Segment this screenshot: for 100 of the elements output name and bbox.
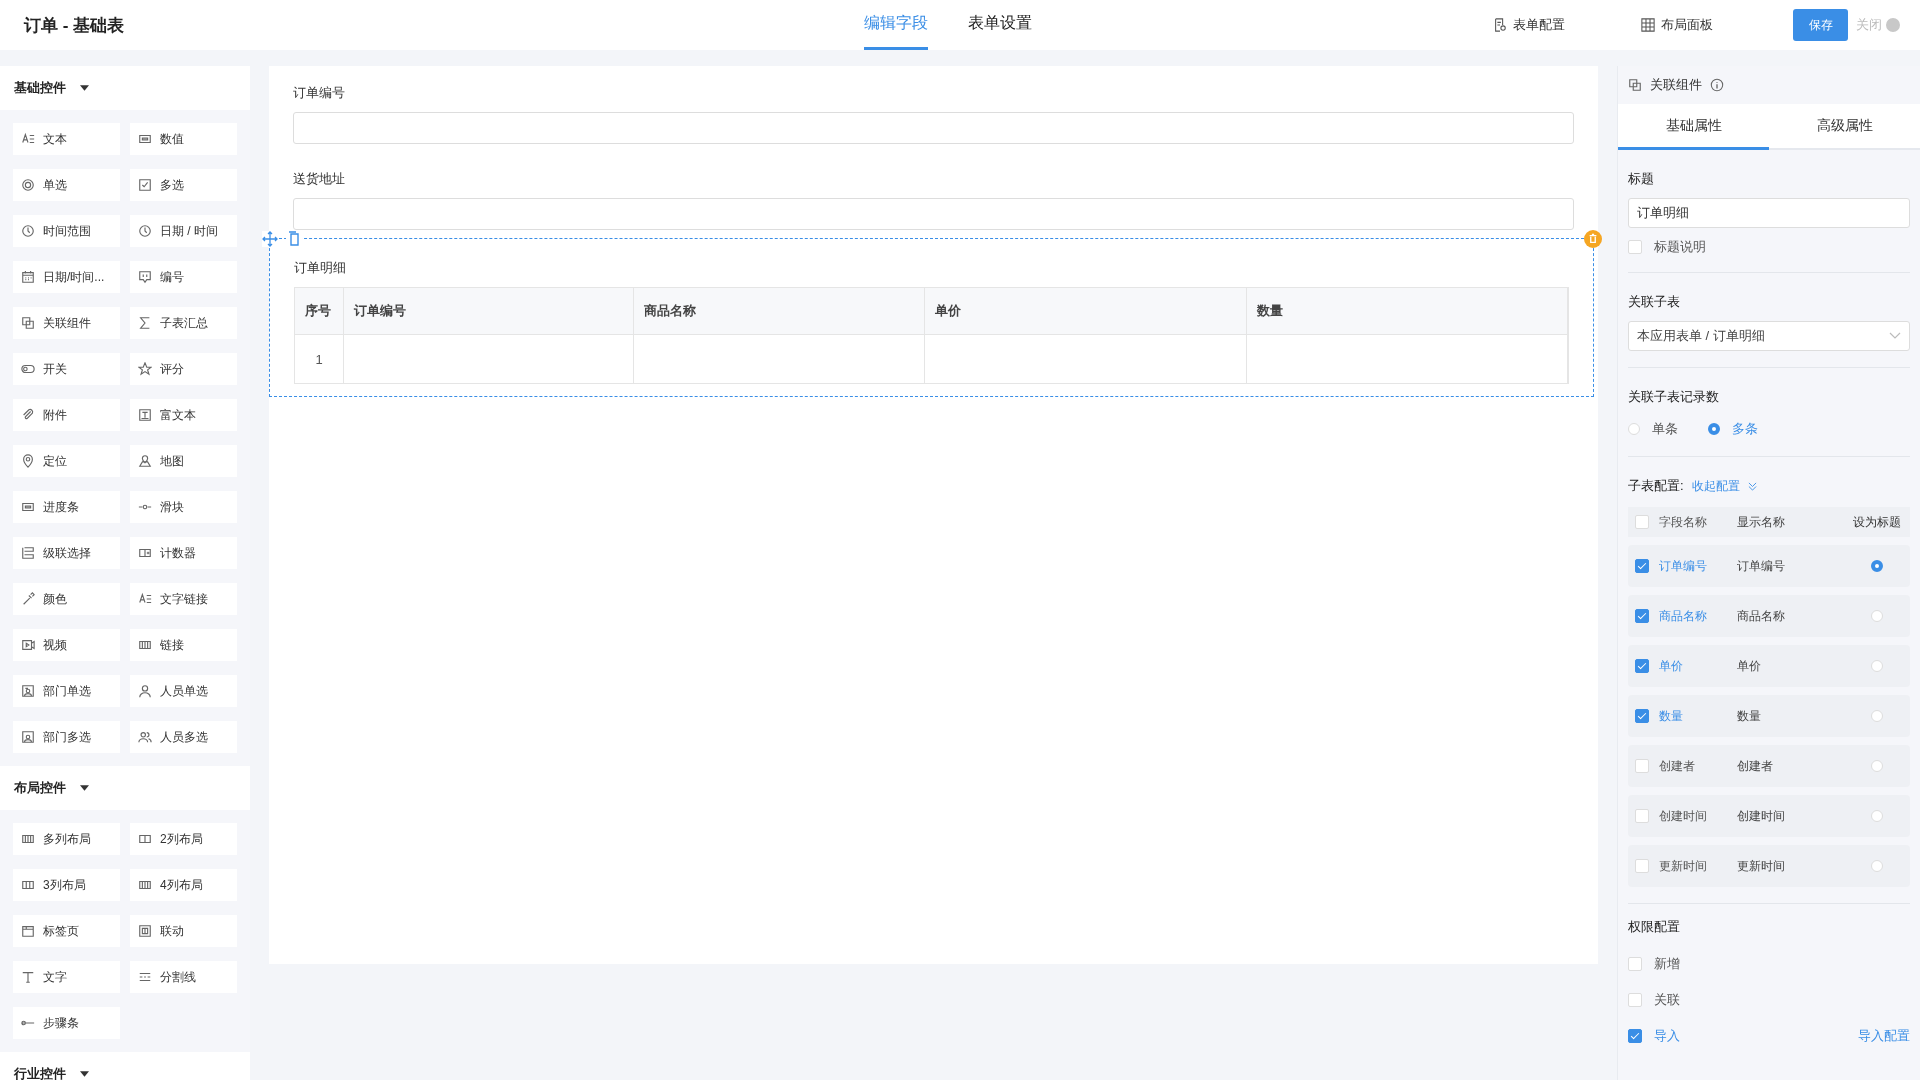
- copy-icon: [21, 316, 35, 330]
- display-name: 商品名称: [1737, 607, 1786, 625]
- control-item[interactable]: 子表汇总: [130, 307, 237, 339]
- checkbox-label: 导入: [1654, 1027, 1680, 1045]
- control-item[interactable]: 编号: [130, 261, 237, 293]
- info-icon[interactable]: [1710, 78, 1724, 92]
- control-item[interactable]: 日期 / 时间: [130, 215, 237, 247]
- control-item[interactable]: 定位: [13, 445, 120, 477]
- component-name: 关联组件: [1650, 76, 1702, 94]
- checkbox-icon: [138, 178, 152, 192]
- move-icon[interactable]: [262, 231, 278, 247]
- checkbox[interactable]: [1635, 559, 1649, 573]
- checkbox[interactable]: [1635, 609, 1649, 623]
- toolbar-button[interactable]: 布局面板: [1641, 16, 1713, 34]
- control-item[interactable]: 部门多选: [13, 721, 120, 753]
- control-item[interactable]: 联动: [130, 915, 237, 947]
- display-name: 单价: [1737, 657, 1762, 675]
- control-item[interactable]: 颜色: [13, 583, 120, 615]
- checkbox[interactable]: [1635, 659, 1649, 673]
- column-header: 字段名称: [1659, 513, 1708, 531]
- control-item[interactable]: 人员多选: [130, 721, 237, 753]
- columns-icon: [21, 832, 35, 846]
- column-header: 设为标题: [1852, 513, 1902, 531]
- group-title[interactable]: 行业控件: [14, 1065, 66, 1080]
- property-tab[interactable]: 基础属性: [1618, 104, 1769, 150]
- display-name: 更新时间: [1737, 857, 1786, 875]
- radio-label: 多条: [1732, 420, 1758, 438]
- control-item[interactable]: 数值: [130, 123, 237, 155]
- control-item[interactable]: 进度条: [13, 491, 120, 523]
- form-title: 订单 - 基础表: [24, 14, 125, 37]
- radio-button[interactable]: [1708, 423, 1720, 435]
- control-item[interactable]: 时间范围: [13, 215, 120, 247]
- control-item[interactable]: 单选: [13, 169, 120, 201]
- property-label: 关联子表记录数: [1628, 388, 1720, 406]
- tab-page-icon: [21, 924, 35, 938]
- title-input[interactable]: 订单明细: [1628, 198, 1910, 228]
- field-label: 送货地址: [293, 170, 346, 188]
- column-header: 商品名称: [634, 288, 925, 335]
- radio-label: 单条: [1652, 420, 1678, 438]
- property-tab[interactable]: 高级属性: [1769, 104, 1920, 150]
- control-item[interactable]: 级联选择: [13, 537, 120, 569]
- group-title[interactable]: 布局控件: [14, 779, 66, 797]
- field-name: 订单编号: [1659, 557, 1708, 575]
- top-tab[interactable]: 编辑字段: [864, 0, 928, 50]
- control-item[interactable]: 文字: [13, 961, 120, 993]
- checkbox[interactable]: [1628, 1029, 1642, 1043]
- star-icon: [138, 362, 152, 376]
- columns-icon: [138, 878, 152, 892]
- control-item[interactable]: 滑块: [130, 491, 237, 523]
- field-name: 创建者: [1659, 757, 1696, 775]
- control-item[interactable]: 分割线: [130, 961, 237, 993]
- column-header: 订单编号: [344, 288, 634, 335]
- checkbox[interactable]: [1635, 709, 1649, 723]
- control-item[interactable]: 标签页: [13, 915, 120, 947]
- control-item[interactable]: 日期/时间...: [13, 261, 120, 293]
- control-item[interactable]: 文字链接: [130, 583, 237, 615]
- clock-icon: [138, 224, 152, 238]
- department-icon: [21, 684, 35, 698]
- delete-icon[interactable]: [1584, 230, 1602, 248]
- calendar-icon: [21, 270, 35, 284]
- control-item[interactable]: 文本: [13, 123, 120, 155]
- caret-icon[interactable]: [80, 85, 89, 91]
- control-item[interactable]: 地图: [130, 445, 237, 477]
- control-item[interactable]: 计数器: [130, 537, 237, 569]
- dropper-icon: [21, 592, 35, 606]
- control-item[interactable]: 链接: [130, 629, 237, 661]
- control-item[interactable]: 人员单选: [130, 675, 237, 707]
- control-item[interactable]: 评分: [130, 353, 237, 385]
- field-name: 单价: [1659, 657, 1684, 675]
- property-label: 标题: [1628, 170, 1655, 188]
- radio-icon: [21, 178, 35, 192]
- input-field[interactable]: [293, 198, 1574, 230]
- control-item[interactable]: 部门单选: [13, 675, 120, 707]
- double-chevron-icon[interactable]: [1747, 481, 1757, 491]
- control-item[interactable]: 4列布局: [130, 869, 237, 901]
- caret-icon[interactable]: [80, 785, 89, 791]
- input-field[interactable]: [293, 112, 1574, 144]
- copy-icon: [1628, 78, 1642, 92]
- top-tab[interactable]: 表单设置: [968, 0, 1032, 50]
- group-title[interactable]: 基础控件: [14, 79, 66, 97]
- number-field-icon: [138, 132, 152, 146]
- control-item[interactable]: 附件: [13, 399, 120, 431]
- control-item[interactable]: 2列布局: [130, 823, 237, 855]
- control-item[interactable]: 步骤条: [13, 1007, 120, 1039]
- subtable-select[interactable]: 本应用表单 / 订单明细: [1628, 321, 1910, 351]
- control-item[interactable]: 多列布局: [13, 823, 120, 855]
- field-name: 更新时间: [1659, 857, 1708, 875]
- copy-icon[interactable]: [286, 231, 302, 247]
- radio-button[interactable]: [1871, 560, 1883, 572]
- property-label: 关联子表: [1628, 293, 1681, 311]
- control-item[interactable]: 开关: [13, 353, 120, 385]
- control-item[interactable]: 多选: [130, 169, 237, 201]
- control-item[interactable]: 富文本: [130, 399, 237, 431]
- caret-icon[interactable]: [80, 1071, 89, 1077]
- control-item[interactable]: 视频: [13, 629, 120, 661]
- video-icon: [21, 638, 35, 652]
- control-item[interactable]: 3列布局: [13, 869, 120, 901]
- control-item[interactable]: 关联组件: [13, 307, 120, 339]
- checkbox-label: 新增: [1654, 955, 1680, 973]
- toolbar-button[interactable]: 表单配置: [1493, 16, 1565, 34]
